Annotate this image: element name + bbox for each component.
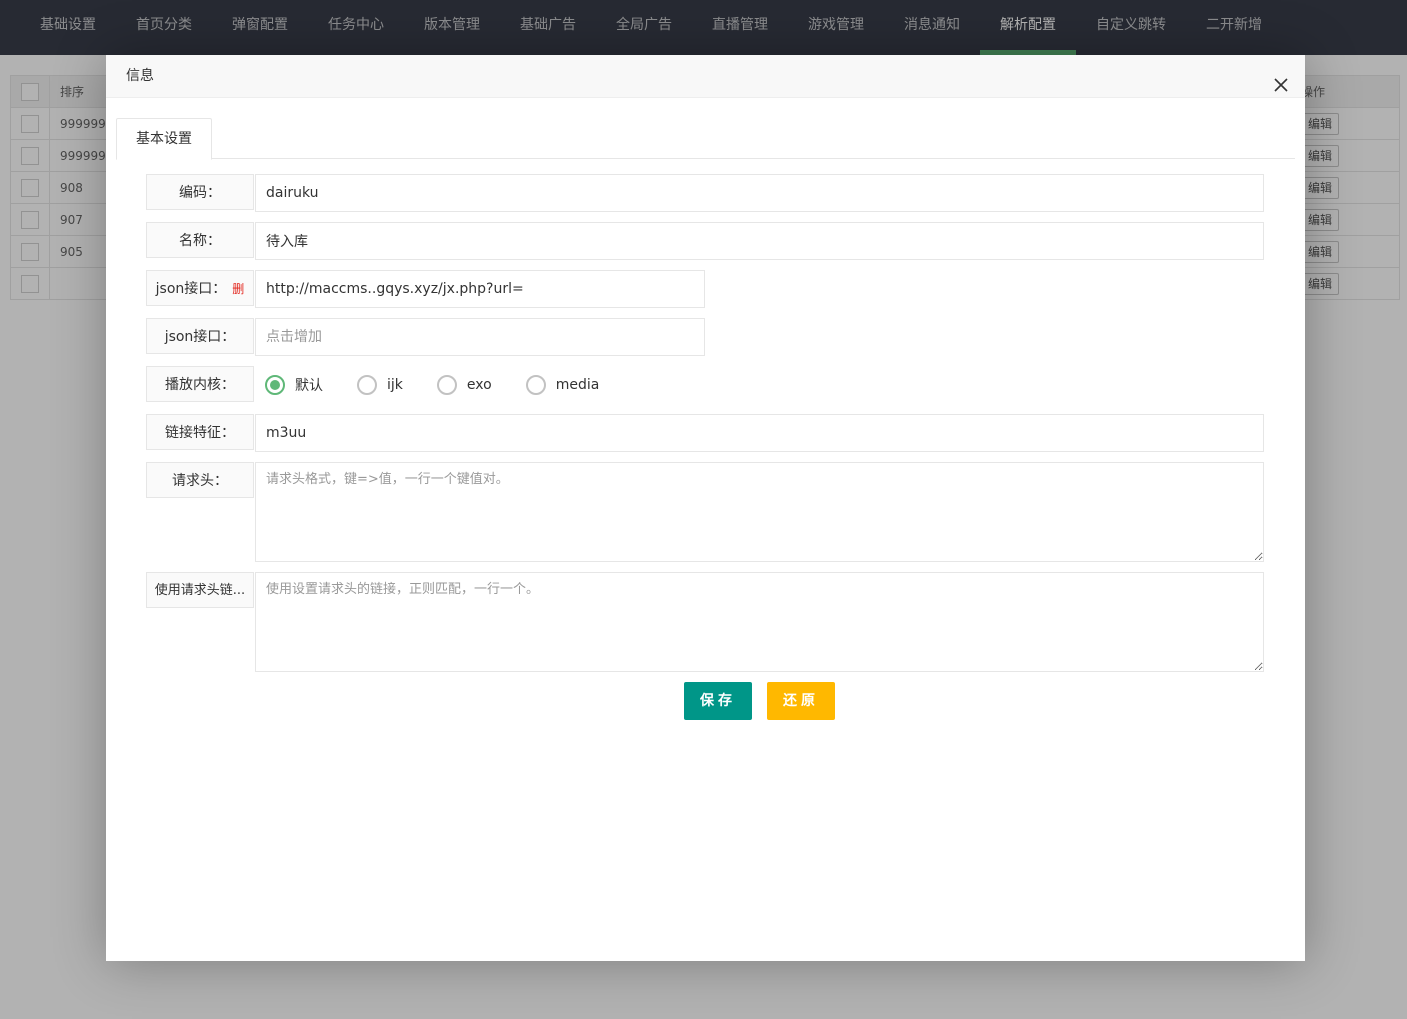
feature-input[interactable] bbox=[255, 414, 1264, 452]
delete-link[interactable]: 删 bbox=[232, 282, 244, 296]
radio-media[interactable]: media bbox=[525, 375, 600, 395]
form-row-name: 名称： bbox=[146, 222, 1264, 260]
tab-bar: 基本设置 bbox=[116, 117, 1295, 160]
info-modal: 信息 基本设置 编码： 名称： json接口： 删 json接口： 播放内核： 默… bbox=[106, 55, 1305, 961]
header-links-label: 使用请求头链... bbox=[146, 572, 254, 608]
radio-circle bbox=[525, 375, 546, 395]
form-row-json2: json接口： bbox=[146, 318, 705, 356]
kernel-radio-group: 默认 ijk exo media bbox=[265, 366, 633, 404]
radio-circle-checked bbox=[265, 375, 285, 395]
radio-ijk[interactable]: ijk bbox=[357, 375, 403, 395]
radio-circle bbox=[357, 375, 377, 395]
modal-header: 信息 bbox=[106, 55, 1305, 98]
radio-ijk-label: ijk bbox=[387, 377, 403, 393]
feature-label: 链接特征： bbox=[146, 414, 254, 450]
json2-label: json接口： bbox=[146, 318, 254, 354]
form-row-json1: json接口： 删 bbox=[146, 270, 705, 308]
radio-circle bbox=[436, 375, 457, 395]
code-input[interactable] bbox=[255, 174, 1264, 212]
form-row-header-links: 使用请求头链... bbox=[146, 572, 1264, 672]
reset-button[interactable]: 还原 bbox=[767, 682, 835, 720]
json1-input[interactable] bbox=[255, 270, 705, 308]
json2-input[interactable] bbox=[255, 318, 705, 356]
form-row-code: 编码： bbox=[146, 174, 1264, 212]
json1-label-text: json接口： bbox=[155, 281, 227, 297]
close-icon[interactable] bbox=[1273, 68, 1289, 92]
tab-basic-settings[interactable]: 基本设置 bbox=[116, 118, 212, 160]
radio-exo-label: exo bbox=[466, 377, 492, 393]
radio-default-label: 默认 bbox=[295, 378, 323, 394]
code-label: 编码： bbox=[146, 174, 254, 210]
form-row-kernel: 播放内核： 默认 ijk exo media bbox=[146, 366, 633, 404]
form-row-feature: 链接特征： bbox=[146, 414, 1264, 452]
name-label: 名称： bbox=[146, 222, 254, 258]
kernel-label: 播放内核： bbox=[146, 366, 254, 402]
headers-label: 请求头： bbox=[146, 462, 254, 498]
name-input[interactable] bbox=[255, 222, 1264, 260]
json1-label: json接口： 删 bbox=[146, 270, 254, 306]
modal-title: 信息 bbox=[126, 68, 154, 84]
form-row-headers: 请求头： bbox=[146, 462, 1264, 562]
radio-exo[interactable]: exo bbox=[436, 375, 492, 395]
radio-default[interactable]: 默认 bbox=[265, 375, 323, 395]
headers-textarea[interactable] bbox=[255, 462, 1264, 562]
save-button[interactable]: 保存 bbox=[684, 682, 752, 720]
radio-media-label: media bbox=[555, 377, 600, 393]
header-links-textarea[interactable] bbox=[255, 572, 1264, 672]
